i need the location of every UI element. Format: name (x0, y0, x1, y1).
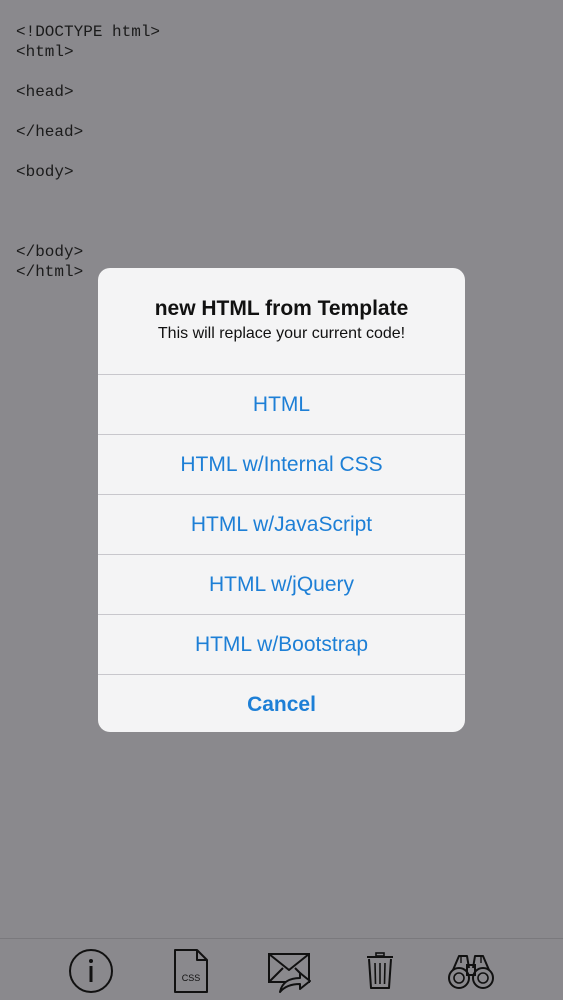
info-icon (69, 949, 113, 993)
find-button[interactable] (447, 947, 495, 995)
email-button[interactable] (266, 947, 314, 995)
css-icon-label: CSS (182, 973, 201, 983)
info-button[interactable] (67, 947, 115, 995)
template-options-list: HTML HTML w/Internal CSS HTML w/JavaScri… (98, 374, 465, 732)
app-screen: <!DOCTYPE html> <html> <head> </head> <body>… (0, 0, 563, 1000)
modal-overlay: new HTML from Template This will replace… (0, 0, 563, 1000)
css-button[interactable]: CSS (167, 947, 215, 995)
alert-header: new HTML from Template This will replace… (98, 268, 465, 374)
cancel-button[interactable]: Cancel (98, 674, 465, 732)
template-option-html-bootstrap[interactable]: HTML w/Bootstrap (98, 614, 465, 674)
template-alert-dialog: new HTML from Template This will replace… (98, 268, 465, 732)
css-file-icon: CSS (174, 949, 208, 993)
template-option-html-jquery[interactable]: HTML w/jQuery (98, 554, 465, 614)
template-option-html[interactable]: HTML (98, 374, 465, 434)
delete-button[interactable] (356, 947, 404, 995)
alert-message: This will replace your current code! (157, 325, 406, 342)
mail-share-icon (268, 953, 311, 993)
template-option-html-internal-css[interactable]: HTML w/Internal CSS (98, 434, 465, 494)
template-option-html-javascript[interactable]: HTML w/JavaScript (98, 494, 465, 554)
binoculars-icon (448, 955, 494, 989)
trash-icon (367, 952, 393, 989)
alert-title: new HTML from Template (154, 297, 409, 320)
bottom-toolbar: CSS (0, 938, 563, 1000)
